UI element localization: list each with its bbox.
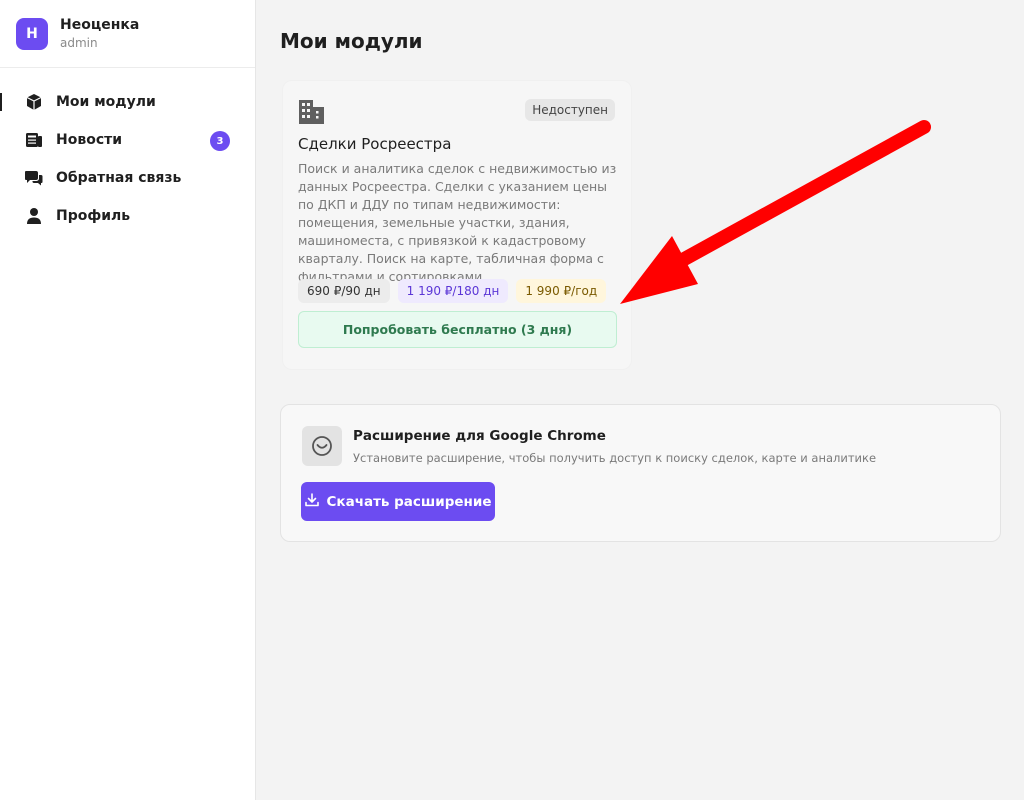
- download-label: Скачать расширение: [326, 493, 492, 510]
- brand-text: Неоценка admin: [60, 17, 139, 50]
- module-description: Поиск и аналитика сделок с недвижимостью…: [298, 161, 617, 284]
- brand: Н Неоценка admin: [0, 0, 255, 68]
- sidebar-item-news[interactable]: Новости 3: [0, 121, 255, 159]
- sidebar-nav: Мои модули Новости 3 Обратная связь Проф…: [0, 83, 255, 235]
- price-180-days: 1 190 ₽/180 дн: [397, 279, 509, 303]
- news-count-badge: 3: [210, 131, 230, 151]
- sidebar-item-label: Новости: [56, 132, 123, 148]
- sidebar-item-my-modules[interactable]: Мои модули: [0, 83, 255, 121]
- download-extension-button[interactable]: Скачать расширение: [301, 482, 495, 521]
- building-icon: [298, 99, 326, 125]
- page-title: Мои модули: [280, 29, 423, 53]
- sidebar-item-label: Профиль: [56, 208, 131, 224]
- extension-subtitle: Установите расширение, чтобы получить до…: [353, 451, 877, 465]
- sidebar-item-label: Обратная связь: [56, 170, 182, 186]
- chrome-extension-icon: [302, 426, 342, 466]
- price-list: 690 ₽/90 дн 1 190 ₽/180 дн 1 990 ₽/год: [298, 279, 607, 303]
- user-icon: [24, 206, 44, 226]
- module-title: Сделки Росреестра: [298, 135, 452, 153]
- module-card: Недоступен Сделки Росреестра Поиск и ана…: [282, 80, 632, 370]
- sidebar: Н Неоценка admin Мои модули Новости 3 Об…: [0, 0, 256, 800]
- try-free-button[interactable]: Попробовать бесплатно (3 дня): [298, 311, 617, 348]
- extension-card: Расширение для Google Chrome Установите …: [280, 404, 1001, 542]
- brand-role: admin: [60, 36, 98, 50]
- chat-bubbles-icon: [24, 168, 44, 188]
- newspaper-icon: [24, 130, 44, 150]
- sidebar-item-feedback[interactable]: Обратная связь: [0, 159, 255, 197]
- cube-icon: [24, 92, 44, 112]
- brand-logo: Н: [16, 17, 48, 50]
- download-icon: [304, 492, 319, 511]
- extension-title: Расширение для Google Chrome: [353, 428, 606, 444]
- price-90-days: 690 ₽/90 дн: [298, 279, 390, 303]
- sidebar-item-label: Мои модули: [56, 94, 156, 110]
- brand-name: Неоценка: [60, 17, 140, 33]
- sidebar-item-profile[interactable]: Профиль: [0, 197, 255, 235]
- price-year: 1 990 ₽/год: [516, 279, 607, 303]
- status-badge: Недоступен: [525, 99, 615, 121]
